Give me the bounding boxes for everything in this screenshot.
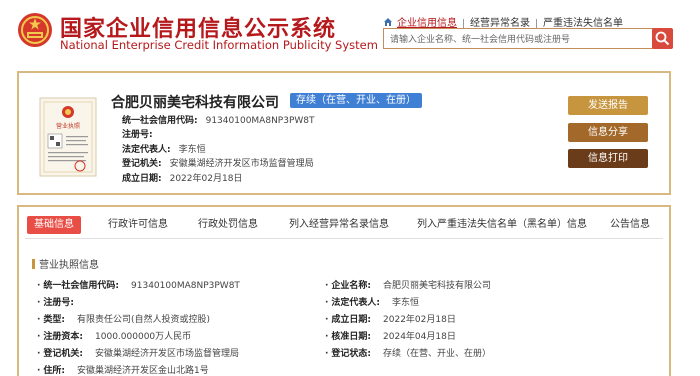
tab-announcements[interactable]: 公告信息 (610, 216, 650, 234)
detail-legal-rep: · 法定代表人: 李东恒 (325, 295, 419, 308)
detail-capital: · 注册资本: 1000.000000万人民币 (37, 329, 191, 342)
bullet-dot: · (37, 298, 41, 308)
search-input[interactable] (388, 31, 652, 48)
detail-value: 2024年04月18日 (383, 332, 456, 342)
info-label: 统一社会信用代码: (122, 116, 198, 126)
nav-divider (536, 18, 537, 28)
nav-link-credit-info[interactable]: 企业信用信息 (397, 14, 457, 29)
section-marker (32, 259, 35, 269)
detail-established: · 成立日期: 2022年02月18日 (325, 312, 456, 325)
nav-divider (463, 18, 464, 28)
detail-address: · 住所: 安徽巢湖经济开发区金山北路1号 (37, 363, 209, 376)
detail-label: 注册号: (43, 298, 75, 308)
info-label: 成立日期: (122, 174, 162, 184)
share-info-button[interactable]: 信息分享 (568, 123, 648, 142)
send-report-button[interactable]: 发送报告 (568, 96, 648, 115)
detail-company-name: · 企业名称: 合肥贝丽美宅科技有限公司 (325, 278, 491, 291)
bullet-dot: · (37, 349, 41, 359)
detail-value: 李东恒 (392, 298, 420, 308)
company-name: 合肥贝丽美宅科技有限公司 (111, 95, 279, 111)
info-value: 安徽巢湖经济开发区市场监督管理局 (169, 159, 314, 169)
tab-admin-license[interactable]: 行政许可信息 (108, 216, 168, 234)
info-credit-code: 统一社会信用代码: 91340100MA8NP3PW8T (122, 113, 315, 126)
home-icon (384, 18, 392, 26)
detail-value: 存续（在营、开业、在册） (383, 349, 492, 359)
national-emblem-icon (18, 13, 52, 47)
detail-value: 91340100MA8NP3PW8T (131, 281, 240, 291)
detail-value: 2022年02月18日 (383, 315, 456, 325)
detail-value: 安徽巢湖经济开发区市场监督管理局 (95, 349, 240, 359)
section-title-text: 营业执照信息 (39, 260, 99, 271)
detail-value: 合肥贝丽美宅科技有限公司 (383, 281, 492, 291)
site-header: 国家企业信用信息公示系统 National Enterprise Credit … (0, 0, 700, 60)
tab-abnormal-list[interactable]: 列入经营异常名录信息 (289, 216, 389, 234)
search-box (383, 28, 653, 49)
tab-blacklist[interactable]: 列入严重违法失信名单（黑名单）信息 (417, 216, 587, 234)
detail-label: 登记机关: (43, 349, 84, 359)
detail-label: 登记状态: (331, 349, 372, 359)
detail-label: 注册资本: (43, 332, 84, 342)
business-license-image: 营业执照 (39, 97, 97, 177)
info-legal-rep: 法定代表人: 李东恒 (122, 142, 206, 155)
search-icon (655, 31, 670, 46)
info-reg-no: 注册号: (122, 127, 161, 140)
info-value: 2022年02月18日 (169, 174, 243, 184)
detail-reg-authority: · 登记机关: 安徽巢湖经济开发区市场监督管理局 (37, 346, 239, 359)
detail-label: 法定代表人: (331, 298, 381, 308)
bullet-dot: · (325, 332, 329, 342)
tab-basic-info[interactable]: 基础信息 (27, 216, 81, 234)
info-label: 登记机关: (122, 159, 162, 169)
info-label: 注册号: (122, 130, 153, 140)
detail-value: 有限责任公司(自然人投资或控股) (77, 315, 211, 325)
detail-label: 成立日期: (331, 315, 372, 325)
detail-label: 核准日期: (331, 332, 372, 342)
nav-link-blacklist[interactable]: 严重违法失信名单 (543, 14, 623, 29)
detail-value: 安徽巢湖经济开发区金山北路1号 (77, 366, 209, 376)
bullet-dot: · (325, 349, 329, 359)
info-value: 李东恒 (178, 145, 206, 155)
detail-credit-code: · 统一社会信用代码: 91340100MA8NP3PW8T (37, 278, 240, 291)
svg-text:营业执照: 营业执照 (56, 122, 80, 130)
detail-type: · 类型: 有限责任公司(自然人投资或控股) (37, 312, 210, 325)
bullet-dot: · (37, 315, 41, 325)
bullet-dot: · (325, 315, 329, 325)
bullet-dot: · (325, 281, 329, 291)
detail-reg-status: · 登记状态: 存续（在营、开业、在册） (325, 346, 491, 359)
detail-approval-date: · 核准日期: 2024年04月18日 (325, 329, 456, 342)
nav-link-abnormal-list[interactable]: 经营异常名录 (470, 14, 530, 29)
detail-label: 统一社会信用代码: (43, 281, 120, 291)
bullet-dot: · (37, 332, 41, 342)
info-reg-authority: 登记机关: 安徽巢湖经济开发区市场监督管理局 (122, 156, 314, 169)
tab-divider (25, 238, 663, 239)
bullet-dot: · (325, 298, 329, 308)
info-value: 91340100MA8NP3PW8T (205, 116, 315, 126)
bullet-dot: · (37, 281, 41, 291)
tab-admin-penalty[interactable]: 行政处罚信息 (198, 216, 258, 234)
detail-label: 企业名称: (331, 281, 372, 291)
site-subtitle: National Enterprise Credit Information P… (60, 38, 378, 52)
detail-label: 类型: (43, 315, 66, 325)
print-info-button[interactable]: 信息打印 (568, 149, 648, 168)
detail-label: 住所: (43, 366, 66, 376)
info-label: 法定代表人: (122, 145, 171, 155)
status-badge: 存续（在营、开业、在册） (290, 93, 422, 108)
detail-value: 1000.000000万人民币 (95, 332, 192, 342)
detail-reg-no: · 注册号: (37, 295, 86, 308)
search-button[interactable] (652, 28, 673, 49)
bullet-dot: · (37, 366, 41, 376)
section-title: 营业执照信息 (32, 256, 99, 271)
info-established: 成立日期: 2022年02月18日 (122, 171, 242, 184)
